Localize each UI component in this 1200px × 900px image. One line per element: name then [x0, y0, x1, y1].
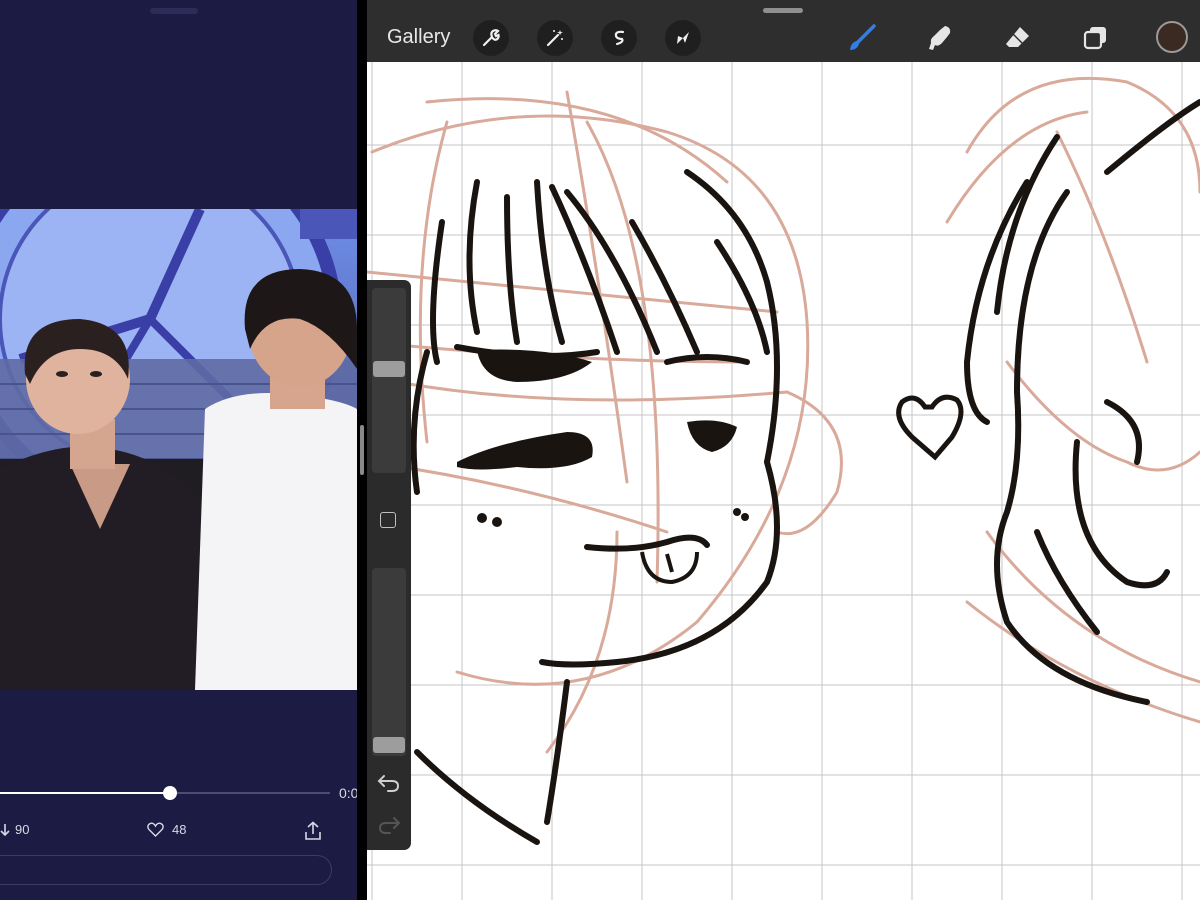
heart-doodle: [896, 394, 964, 461]
modify-button[interactable]: [380, 512, 396, 528]
multitasking-handle-right[interactable]: [763, 8, 803, 13]
actions-button[interactable]: [473, 20, 509, 56]
magic-wand-icon: [546, 30, 563, 47]
brush-opacity-slider[interactable]: [372, 568, 406, 756]
layers-button[interactable]: [1078, 20, 1114, 56]
twitter-video-pane: 0:0 90 48: [0, 0, 357, 900]
divider-grip[interactable]: [360, 425, 364, 475]
video-time-label: 0:0: [339, 785, 357, 801]
video-scrubber-handle[interactable]: [162, 786, 177, 800]
undo-icon: [377, 775, 400, 792]
video-progress-fill: [0, 792, 170, 794]
procreate-pane: Gallery: [367, 0, 1200, 900]
retweet-button[interactable]: 90: [0, 822, 29, 837]
share-button[interactable]: [304, 821, 322, 846]
like-count: 48: [172, 822, 187, 837]
selection-icon: [614, 30, 625, 46]
video-progress-bar[interactable]: [0, 786, 330, 800]
redo-icon: [378, 817, 401, 834]
smudge-icon: [929, 26, 951, 50]
layers-icon: [1083, 27, 1106, 50]
sketch-artwork: [367, 62, 1200, 900]
retweet-count: 90: [15, 822, 30, 837]
like-button[interactable]: 48: [147, 822, 186, 837]
brush-button[interactable]: [844, 20, 880, 56]
wrench-icon: [482, 29, 500, 47]
retweet-icon: [0, 823, 10, 836]
drawing-canvas[interactable]: [367, 62, 1200, 900]
selection-button[interactable]: [601, 20, 637, 56]
eraser-button[interactable]: [1000, 20, 1036, 56]
split-view-divider[interactable]: [357, 0, 367, 900]
ink-fills: [457, 349, 749, 527]
brush-size-slider[interactable]: [372, 288, 406, 473]
heart-icon: [147, 822, 164, 837]
share-icon: [305, 821, 321, 840]
tongue: [640, 551, 699, 585]
adjustments-button[interactable]: [537, 20, 573, 56]
brush-opacity-knob[interactable]: [373, 736, 405, 753]
redo-button[interactable]: [376, 814, 402, 841]
brush-size-knob[interactable]: [373, 360, 405, 377]
video-player[interactable]: [0, 209, 357, 690]
color-picker-button[interactable]: [1156, 21, 1188, 53]
transform-arrow-icon: [677, 32, 689, 44]
reply-input[interactable]: [0, 855, 332, 885]
procreate-sidebar: [367, 280, 411, 850]
smudge-button[interactable]: [922, 20, 958, 56]
transform-button[interactable]: [665, 20, 701, 56]
undo-button[interactable]: [376, 772, 402, 799]
eraser-icon: [1006, 27, 1029, 47]
brush-icon: [850, 24, 876, 50]
gallery-button[interactable]: Gallery: [387, 26, 450, 49]
video-frame: [0, 209, 357, 690]
procreate-toolbar: Gallery: [367, 0, 1200, 62]
multitasking-handle[interactable]: [150, 8, 198, 14]
ink-lines: [410, 99, 1200, 845]
